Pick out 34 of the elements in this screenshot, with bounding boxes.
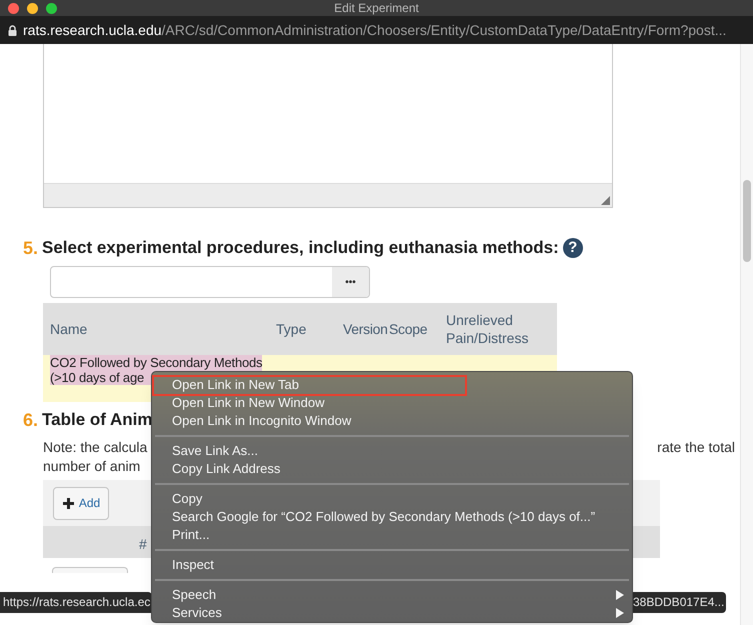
menu-item[interactable]: Inspect — [152, 556, 632, 574]
column-header: Name — [50, 320, 88, 338]
section-heading: Select experimental procedures, including euthanasia methods: — [42, 237, 559, 260]
menu-item[interactable]: Save Link As... — [152, 442, 632, 460]
column-header: Type — [276, 320, 306, 339]
status-url: https://rats.research.ucla.ec — [0, 592, 152, 613]
chooser-field[interactable]: ••• — [50, 266, 370, 298]
section-number: 6. — [23, 408, 38, 432]
menu-item[interactable]: Open Link in New Window — [152, 394, 632, 412]
section-number: 5. — [23, 236, 38, 260]
minimize-button[interactable] — [27, 2, 38, 14]
column-header: Version — [343, 320, 388, 338]
scrollbar[interactable] — [740, 44, 753, 625]
note-text: number of anim — [43, 457, 142, 476]
menu-item[interactable]: Search Google for “CO2 Followed by Secondary Methods (>10 days of...” — [152, 508, 632, 526]
menu-item[interactable]: Open Link in Incognito Window — [152, 412, 632, 430]
column-header: Scope — [389, 320, 428, 339]
browse-button[interactable]: ••• — [332, 267, 369, 297]
resize-grip-icon[interactable] — [601, 196, 610, 205]
help-icon[interactable]: ? — [562, 238, 583, 258]
close-button[interactable] — [8, 2, 19, 14]
window-title: Edit Experiment — [334, 0, 419, 17]
plus-icon — [62, 496, 75, 510]
zoom-button[interactable] — [46, 2, 57, 14]
note-text: rate the total — [657, 438, 735, 457]
column-header: Unrelieved Pain/Distress — [446, 311, 530, 347]
menu-item[interactable]: Copy Link Address — [152, 460, 632, 478]
add-button[interactable]: Add — [53, 486, 109, 520]
column-header: # — [139, 535, 147, 554]
menu-item[interactable]: Print... — [152, 526, 632, 544]
menu-item[interactable]: Copy — [152, 490, 632, 508]
lock-icon — [8, 24, 17, 36]
section-heading: Table of Anim — [42, 409, 153, 432]
note-text: Note: the calcula — [43, 438, 148, 457]
